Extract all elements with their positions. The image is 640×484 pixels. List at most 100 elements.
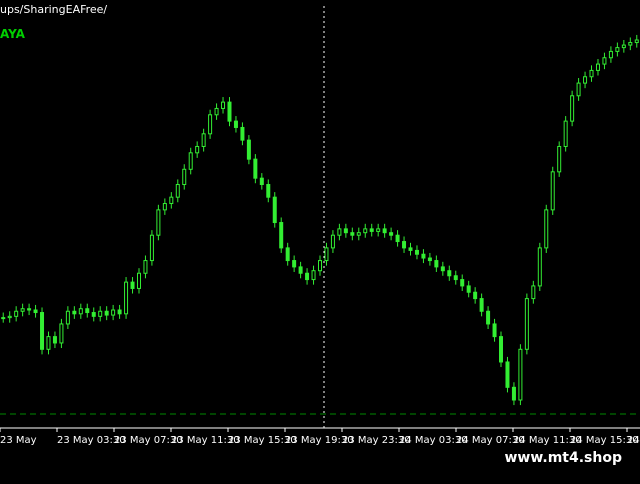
candle-body bbox=[434, 260, 439, 268]
candle-body bbox=[305, 272, 310, 281]
candle-body bbox=[117, 309, 122, 315]
candle-body bbox=[427, 257, 432, 262]
candle-body bbox=[175, 184, 180, 198]
candle-body bbox=[414, 249, 419, 255]
candle-body bbox=[589, 69, 594, 78]
candle-body bbox=[382, 228, 387, 234]
x-axis-ticks: 23 May 23 May 03:3023 May 07:3023 May 11:… bbox=[0, 428, 640, 446]
watermark-label: www.mt4.shop bbox=[494, 447, 640, 472]
candle-body bbox=[27, 308, 32, 311]
candle-body bbox=[33, 309, 38, 314]
candle-body bbox=[363, 228, 368, 234]
candle-body bbox=[531, 285, 536, 300]
candle-body bbox=[272, 196, 277, 224]
candle-body bbox=[628, 42, 633, 46]
candle-body bbox=[104, 310, 109, 316]
candle-body bbox=[466, 285, 471, 293]
candle-body bbox=[537, 247, 542, 287]
candle-body bbox=[14, 310, 19, 317]
candle-body bbox=[505, 361, 510, 388]
candle-body bbox=[221, 101, 226, 109]
candle-body bbox=[195, 145, 200, 154]
candle-body bbox=[356, 232, 361, 236]
candle-body bbox=[524, 298, 529, 350]
candle-body bbox=[162, 203, 167, 211]
candle-body bbox=[52, 336, 57, 344]
candle-body bbox=[583, 76, 588, 84]
candle-body bbox=[557, 145, 562, 173]
candle-body bbox=[20, 308, 25, 312]
candle-body bbox=[563, 120, 568, 147]
candle-body bbox=[285, 247, 290, 262]
candle-body bbox=[550, 171, 555, 211]
candle-body bbox=[259, 177, 264, 186]
candle-body bbox=[576, 82, 581, 97]
candle-body bbox=[602, 57, 607, 65]
candle-body bbox=[486, 310, 491, 325]
candle-body bbox=[214, 107, 219, 116]
candle-body bbox=[447, 270, 452, 277]
candle-body bbox=[227, 101, 232, 122]
candle-body bbox=[544, 209, 549, 249]
candle-body bbox=[233, 120, 238, 128]
candle-body bbox=[59, 323, 64, 344]
candle-series bbox=[1, 34, 639, 406]
candle-body bbox=[453, 275, 458, 281]
candle-body bbox=[460, 279, 465, 287]
candle-body bbox=[111, 309, 116, 316]
x-tick-label: 23 May bbox=[0, 435, 37, 446]
candle-body bbox=[182, 168, 187, 186]
candle-body bbox=[208, 114, 213, 135]
candle-body bbox=[143, 260, 148, 274]
candle-body bbox=[240, 126, 245, 141]
candle-body bbox=[246, 139, 251, 160]
candle-body bbox=[492, 323, 497, 338]
candle-body bbox=[169, 196, 174, 205]
candle-body bbox=[201, 133, 206, 147]
candle-body bbox=[389, 232, 394, 236]
candle-body bbox=[570, 95, 575, 122]
candle-body bbox=[85, 308, 90, 314]
candle-body bbox=[7, 315, 12, 319]
candle-body bbox=[608, 50, 613, 59]
candle-body bbox=[292, 260, 297, 268]
candle-body bbox=[253, 158, 258, 179]
candle-body bbox=[279, 222, 284, 249]
candle-body bbox=[369, 228, 374, 232]
candle-body bbox=[78, 308, 83, 315]
candle-body bbox=[499, 336, 504, 363]
candle-body bbox=[124, 281, 129, 315]
candle-body bbox=[634, 39, 639, 44]
candle-body bbox=[188, 152, 193, 170]
candle-body bbox=[136, 272, 141, 289]
candle-body bbox=[91, 312, 96, 317]
candle-body bbox=[421, 253, 426, 259]
candle-body bbox=[440, 266, 445, 272]
candle-body bbox=[72, 310, 77, 315]
candle-body bbox=[511, 386, 516, 401]
candle-body bbox=[1, 317, 6, 320]
candle-body bbox=[343, 228, 348, 234]
price-chart[interactable]: 23 May 23 May 03:30 23 May 07:30 23 May 11:… bbox=[0, 0, 640, 480]
candle-body bbox=[621, 44, 626, 49]
chart-path-label: ups/SharingEAFree/ bbox=[0, 3, 108, 16]
candle-body bbox=[330, 234, 335, 249]
x-tick-label: 24 May 19:30 bbox=[627, 435, 640, 446]
candle-body bbox=[40, 312, 45, 350]
candle-body bbox=[46, 336, 51, 350]
chart-canvas[interactable]: 23 May 23 May 03:3023 May 07:3023 May 11:… bbox=[0, 0, 640, 480]
candle-body bbox=[615, 47, 620, 52]
candle-body bbox=[473, 291, 478, 300]
candle-body bbox=[350, 232, 355, 236]
candle-body bbox=[376, 228, 381, 232]
candle-body bbox=[479, 298, 484, 312]
candle-body bbox=[324, 247, 329, 262]
candle-body bbox=[337, 228, 342, 236]
candle-body bbox=[156, 209, 161, 236]
candle-body bbox=[149, 234, 154, 262]
expert-advisor-label: AYA bbox=[0, 27, 25, 41]
candle-body bbox=[408, 247, 413, 251]
candle-body bbox=[266, 184, 271, 198]
candle-body bbox=[595, 63, 600, 71]
candle-body bbox=[98, 310, 103, 317]
